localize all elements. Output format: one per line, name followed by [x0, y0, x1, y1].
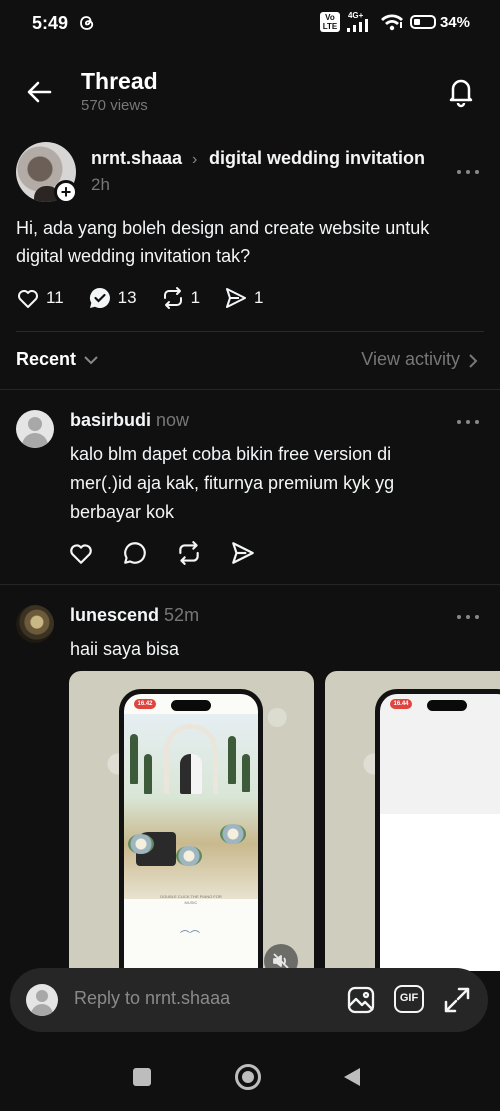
- comment-count: 13: [117, 288, 137, 307]
- recording-indicator: 16.42: [134, 699, 156, 709]
- reply-composer: GIF: [10, 968, 488, 1032]
- repost-button[interactable]: 1: [161, 286, 200, 310]
- post-topic[interactable]: digital wedding invitation: [209, 148, 425, 169]
- share-button[interactable]: 1: [224, 286, 264, 310]
- repost-icon[interactable]: [176, 540, 202, 566]
- back-button[interactable]: [344, 1068, 360, 1086]
- status-time: 5:49: [32, 13, 69, 33]
- heart-icon: [18, 290, 38, 308]
- image-card[interactable]: 16.44: [325, 671, 500, 971]
- like-count: 11: [46, 288, 64, 307]
- comment-button[interactable]: 13: [88, 286, 137, 310]
- thread-header: Thread 570 views: [0, 62, 500, 122]
- recents-button[interactable]: [133, 1068, 151, 1086]
- comment-check-icon: [89, 287, 110, 308]
- birds-icon: ⌒⌒: [180, 931, 200, 942]
- follow-button[interactable]: +: [54, 180, 78, 204]
- view-count: 570 views: [81, 97, 148, 114]
- reply-time: now: [156, 410, 190, 430]
- heart-icon[interactable]: [68, 540, 94, 566]
- status-bar: 5:49 Vo LTE 4G+ 34%: [0, 0, 500, 48]
- image-card[interactable]: 16.42 DOUBLE CLICK THE PIANO FOR MUSIC ⌒…: [69, 671, 314, 971]
- post-username[interactable]: nrnt.shaaa: [91, 148, 182, 169]
- signal-icon: 4G+: [346, 11, 374, 32]
- divider: [16, 331, 484, 332]
- image-icon[interactable]: [346, 985, 376, 1015]
- avatar: [26, 984, 58, 1016]
- share-count: 1: [254, 288, 264, 307]
- chevron-down-icon[interactable]: [83, 354, 99, 366]
- like-button[interactable]: 11: [16, 286, 64, 310]
- comment-icon[interactable]: [122, 540, 148, 566]
- bell-icon[interactable]: [444, 74, 478, 108]
- reply-text: haii saya bisa: [70, 639, 180, 659]
- reply-username[interactable]: basirbudi now: [70, 410, 189, 431]
- threads-icon: [80, 16, 94, 30]
- recording-indicator: 16.44: [390, 699, 412, 709]
- send-icon[interactable]: [230, 540, 256, 566]
- wedding-illustration: [124, 714, 258, 899]
- reply-text: kalo blm dapet coba bikin free version d…: [70, 444, 395, 522]
- page-title: Thread: [81, 68, 158, 94]
- arrow-left-icon[interactable]: [24, 76, 56, 108]
- reply-username[interactable]: lunescend 52m: [70, 605, 199, 626]
- phone-mockup: 16.42 DOUBLE CLICK THE PIANO FOR MUSIC ⌒…: [119, 689, 263, 971]
- battery-percent: 34%: [439, 13, 470, 31]
- gif-button[interactable]: GIF: [394, 985, 424, 1013]
- reply-actions: [68, 540, 256, 566]
- divider: [0, 389, 500, 390]
- avatar[interactable]: [16, 410, 54, 448]
- wifi-icon: [380, 14, 403, 31]
- system-nav-bar: [0, 1046, 500, 1111]
- repost-count: 1: [190, 288, 201, 307]
- battery-icon: [409, 15, 436, 29]
- sort-row: Recent View activity: [0, 344, 500, 378]
- repost-icon: [163, 287, 182, 309]
- post-text: Hi, ada yang boleh design and create web…: [16, 218, 430, 266]
- reply-input[interactable]: [74, 988, 324, 1009]
- sort-dropdown[interactable]: Recent: [16, 349, 76, 370]
- phone-mockup: 16.44: [375, 689, 500, 971]
- chevron-right-icon: ›: [192, 151, 198, 168]
- volte-indicator: Vo LTE: [319, 12, 340, 32]
- more-options-icon[interactable]: [453, 412, 483, 432]
- image-carousel[interactable]: 16.42 DOUBLE CLICK THE PIANO FOR MUSIC ⌒…: [69, 671, 500, 971]
- avatar[interactable]: [16, 605, 54, 643]
- more-options-icon[interactable]: [453, 162, 483, 182]
- post-actions: 11 13 1 1: [16, 286, 288, 310]
- send-icon: [226, 288, 247, 308]
- reply-time: 52m: [164, 605, 200, 625]
- divider: [0, 584, 500, 585]
- home-button[interactable]: [235, 1064, 261, 1090]
- view-activity-link[interactable]: View activity: [361, 349, 460, 370]
- expand-icon[interactable]: [442, 985, 472, 1015]
- post-time: 2h: [91, 175, 110, 194]
- chevron-right-icon[interactable]: [468, 354, 478, 368]
- more-options-icon[interactable]: [453, 607, 483, 627]
